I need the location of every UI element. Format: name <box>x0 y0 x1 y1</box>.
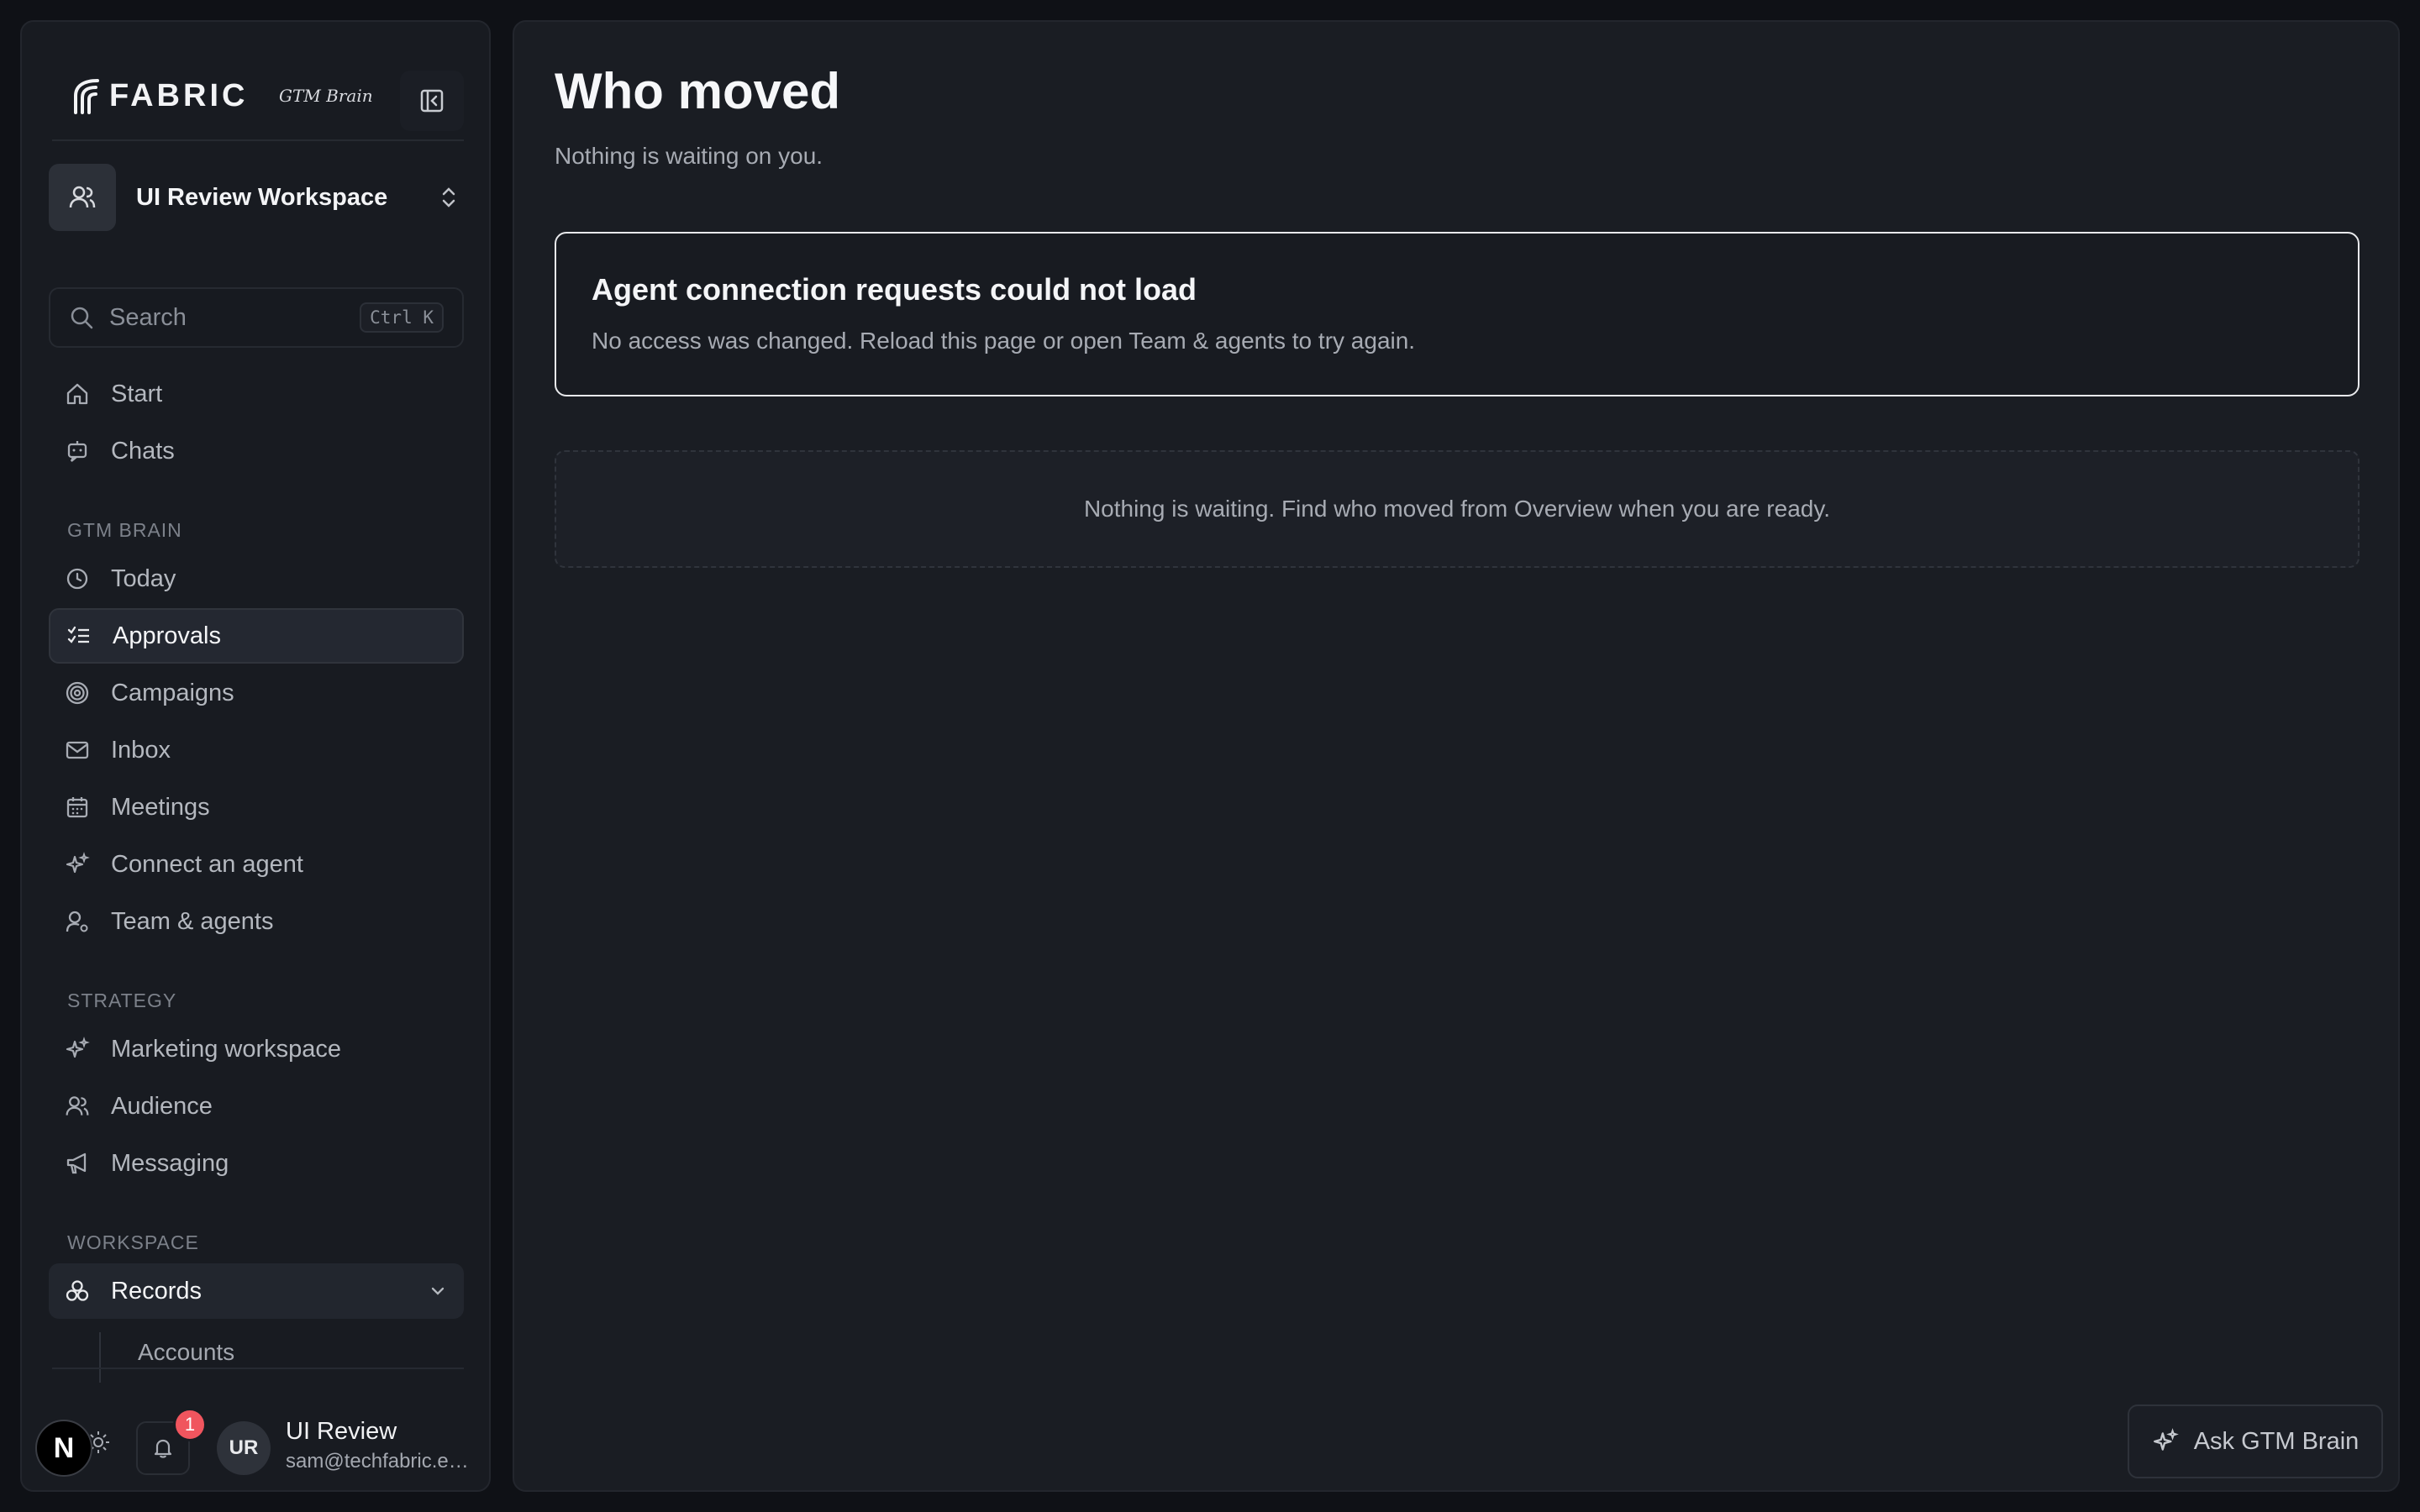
nav-item-marketing-workspace[interactable]: Marketing workspace <box>49 1021 464 1077</box>
ask-gtm-brain-button[interactable]: Ask GTM Brain <box>2128 1404 2383 1478</box>
nav-item-campaigns[interactable]: Campaigns <box>49 665 464 721</box>
nav-label: Approvals <box>113 622 221 649</box>
nav-subitem-accounts[interactable]: Accounts <box>138 1339 234 1366</box>
nav-item-audience[interactable]: Audience <box>49 1079 464 1134</box>
nav-label: Chats <box>111 437 175 465</box>
nav-label: Audience <box>111 1092 213 1120</box>
nav-label: Start <box>111 380 163 407</box>
bell-icon <box>154 1439 172 1458</box>
users-icon <box>69 186 96 208</box>
user-gear-icon <box>62 906 92 937</box>
search-input[interactable]: Search Ctrl K <box>49 287 464 348</box>
mail-icon <box>62 735 92 765</box>
chevron-up-down-icon <box>432 181 466 214</box>
workspace-avatar <box>49 164 116 231</box>
nav-item-messaging[interactable]: Messaging <box>49 1136 464 1191</box>
empty-state: Nothing is waiting. Find who moved from … <box>555 450 2360 568</box>
nav-item-inbox[interactable]: Inbox <box>49 722 464 778</box>
section-label-workspace: WORKSPACE <box>67 1231 199 1253</box>
nav-label: Meetings <box>111 793 210 821</box>
checklist-icon <box>64 621 94 651</box>
search-shortcut: Ctrl K <box>360 302 444 333</box>
nextjs-dev-badge[interactable]: N <box>35 1420 92 1477</box>
submenu-guide-line <box>99 1332 101 1383</box>
nav-item-today[interactable]: Today <box>49 551 464 606</box>
sparkle-icon <box>2153 1428 2179 1451</box>
search-placeholder: Search <box>109 303 187 331</box>
sidebar-footer: 1 UR UI Review sam@techfabric.e… <box>49 1396 469 1490</box>
target-icon <box>62 678 92 708</box>
logo-row: FABRIC GTM Brain <box>52 52 464 153</box>
notification-count-badge: 1 <box>173 1408 207 1441</box>
megaphone-icon <box>62 1148 92 1179</box>
page-title: Who moved <box>555 63 840 119</box>
avatar[interactable]: UR <box>217 1421 271 1475</box>
calendar-icon <box>62 792 92 822</box>
divider <box>52 1368 464 1369</box>
nav-label: Inbox <box>111 736 171 764</box>
divider <box>52 139 464 141</box>
nav-item-records[interactable]: Records <box>49 1263 464 1319</box>
home-icon <box>62 379 92 409</box>
ask-button-label: Ask GTM Brain <box>2193 1427 2360 1455</box>
fabric-logo-icon <box>74 79 99 114</box>
brand-wordmark: FABRIC <box>109 78 249 113</box>
page-subtitle: Nothing is waiting on you. <box>555 143 823 169</box>
records-icon <box>62 1276 92 1306</box>
nav-label: Connect an agent <box>111 850 303 878</box>
nav-label: Messaging <box>111 1149 229 1177</box>
section-label-strategy: STRATEGY <box>67 990 177 1011</box>
chevron-down-icon <box>429 1282 447 1300</box>
nav-label: Records <box>111 1277 202 1305</box>
nav-item-chats[interactable]: Chats <box>49 423 464 479</box>
sidebar: FABRIC GTM Brain UI Review Workspace Sea… <box>20 20 491 1492</box>
nav-label: Marketing workspace <box>111 1035 341 1063</box>
nav-item-meetings[interactable]: Meetings <box>49 780 464 835</box>
users-icon <box>62 1091 92 1121</box>
nav-item-approvals[interactable]: Approvals <box>49 608 464 664</box>
workspace-name: UI Review Workspace <box>136 183 388 211</box>
nav-label: Campaigns <box>111 679 234 706</box>
nav-item-team-agents[interactable]: Team & agents <box>49 894 464 949</box>
clock-icon <box>62 564 92 594</box>
app-root: FABRIC GTM Brain UI Review Workspace Sea… <box>0 0 2420 1512</box>
nav-item-connect-agent[interactable]: Connect an agent <box>49 837 464 892</box>
nav-label: Today <box>111 564 176 592</box>
nav-label: Team & agents <box>111 907 274 935</box>
workspace-switcher[interactable]: UI Review Workspace <box>49 160 466 235</box>
search-icon <box>71 307 93 329</box>
section-label-gtm: GTM BRAIN <box>67 519 182 541</box>
brand-tagline: GTM Brain <box>279 86 373 106</box>
sparkle-icon <box>62 849 92 879</box>
error-alert-card: Agent connection requests could not load… <box>555 232 2360 396</box>
user-email: sam@techfabric.e… <box>286 1450 469 1473</box>
sidebar-collapse-icon <box>420 89 444 113</box>
user-name[interactable]: UI Review <box>286 1418 397 1446</box>
nav-item-start[interactable]: Start <box>49 366 464 422</box>
chat-icon <box>62 436 92 466</box>
error-title: Agent connection requests could not load <box>592 272 1197 307</box>
collapse-sidebar-button[interactable] <box>400 71 464 131</box>
main-content: Who moved Nothing is waiting on you. Age… <box>513 20 2400 1492</box>
error-description: No access was changed. Reload this page … <box>592 328 1416 354</box>
sparkle-icon <box>62 1034 92 1064</box>
